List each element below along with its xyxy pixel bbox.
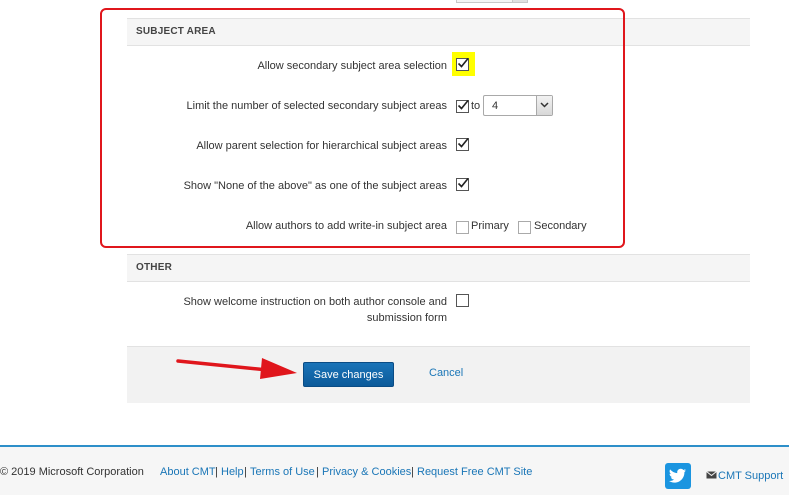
copyright-text: © 2019 Microsoft Corporation — [0, 466, 144, 478]
welcome-instruction-checkbox[interactable] — [456, 294, 469, 307]
footer-link-help[interactable]: Help — [221, 466, 244, 478]
footer-link-request-site[interactable]: Request Free CMT Site — [417, 466, 532, 478]
footer-separator: | — [316, 466, 319, 478]
footer-separator: | — [411, 466, 414, 478]
twitter-button[interactable] — [665, 463, 691, 489]
welcome-label-line2: submission form — [366, 312, 447, 324]
twitter-icon — [669, 468, 686, 483]
cmt-support-link[interactable]: CMT Support — [718, 470, 783, 482]
welcome-label-line1: Show welcome instruction on both author … — [183, 296, 447, 308]
top-select-partial[interactable] — [456, 0, 528, 3]
footer-link-privacy[interactable]: Privacy & Cookies — [322, 466, 411, 478]
footer-link-about[interactable]: About CMT — [160, 466, 216, 478]
cancel-link[interactable]: Cancel — [429, 367, 463, 379]
red-arrow-annotation — [176, 358, 297, 379]
footer-link-terms[interactable]: Terms of Use — [250, 466, 315, 478]
other-header: OTHER — [127, 254, 750, 282]
top-select-arrow — [512, 0, 527, 2]
mail-icon — [706, 471, 717, 479]
save-changes-button[interactable]: Save changes — [303, 362, 394, 387]
footer-separator: | — [215, 466, 218, 478]
annotation-red-frame — [100, 8, 625, 248]
other-title: OTHER — [136, 262, 172, 273]
footer-separator: | — [244, 466, 247, 478]
